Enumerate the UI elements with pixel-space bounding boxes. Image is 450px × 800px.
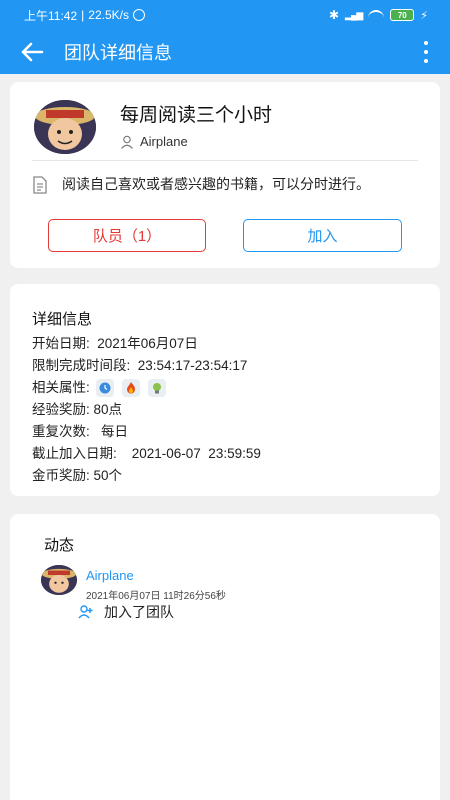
creator-row: Airplane	[120, 134, 188, 149]
members-button[interactable]: 队员（1）	[48, 219, 206, 252]
team-description: 阅读自己喜欢或者感兴趣的书籍，可以分时进行。	[62, 176, 370, 192]
team-title: 每周阅读三个小时	[120, 105, 273, 126]
nav-bar: 团队详细信息	[0, 30, 450, 74]
activity-section-title: 动态	[44, 537, 75, 554]
join-button[interactable]: 加入	[243, 219, 402, 252]
activity-time: 2021年06月07日 11时26分56秒	[86, 591, 226, 602]
arrow-left-icon	[21, 42, 44, 62]
creator-name: Airplane	[140, 134, 188, 149]
fire-icon	[121, 379, 140, 397]
document-icon	[33, 176, 47, 194]
wifi-icon	[368, 10, 385, 20]
exp-reward: 经验奖励: 80点	[32, 402, 123, 417]
signal-icon: ▂▄▆	[345, 9, 363, 20]
time-limit: 限制完成时间段: 23:54:17-23:54:17	[32, 358, 248, 373]
coin-reward: 金币奖励: 50个	[32, 468, 123, 483]
back-button[interactable]	[0, 30, 64, 74]
bluetooth-icon: ✱	[328, 8, 340, 22]
status-time: 上午11:42	[24, 8, 78, 23]
avatar[interactable]	[41, 565, 77, 595]
team-summary-card: 每周阅读三个小时 Airplane 阅读自己喜欢或者感兴趣的书籍，可以分时进行。…	[10, 82, 440, 268]
activity-user[interactable]: Airplane	[86, 568, 134, 583]
start-date: 开始日期: 2021年06月07日	[32, 336, 198, 351]
battery-icon: 70	[390, 9, 415, 21]
more-options-button[interactable]	[418, 38, 434, 66]
bulb-icon	[147, 379, 166, 397]
add-user-icon	[78, 605, 93, 619]
clock-icon	[95, 379, 114, 397]
status-bar: 上午11:42 | 22.5K/s ✱ ▂▄▆ 70 ⚡	[24, 8, 428, 23]
user-icon	[121, 135, 133, 149]
activity-card: 动态 Airplane 2021年06月07日 11时26分56秒 加入了团队	[10, 514, 440, 800]
attributes-label: 相关属性:	[32, 380, 90, 395]
details-card: 详细信息 开始日期: 2021年06月07日 限制完成时间段: 23:54:17…	[10, 284, 440, 496]
avatar	[34, 100, 96, 154]
alarm-icon	[132, 9, 145, 21]
description-row: 阅读自己喜欢或者感兴趣的书籍，可以分时进行。	[32, 174, 422, 195]
page-title: 团队详细信息	[64, 43, 172, 63]
activity-action-row: 加入了团队	[78, 602, 174, 622]
divider	[32, 160, 418, 161]
app-header: 上午11:42 | 22.5K/s ✱ ▂▄▆ 70 ⚡ 团队详细信息	[0, 0, 450, 74]
attributes-row: 相关属性:	[32, 377, 261, 399]
activity-action: 加入了团队	[104, 604, 174, 620]
details-section-title: 详细信息	[32, 311, 93, 328]
charging-icon: ⚡	[420, 9, 428, 22]
details-list: 开始日期: 2021年06月07日 限制完成时间段: 23:54:17-23:5…	[32, 333, 261, 487]
status-net-speed: 22.5K/s	[88, 8, 129, 22]
repeat-count: 重复次数: 每日	[32, 424, 129, 439]
join-deadline: 截止加入日期: 2021-06-07 23:59:59	[32, 446, 261, 461]
